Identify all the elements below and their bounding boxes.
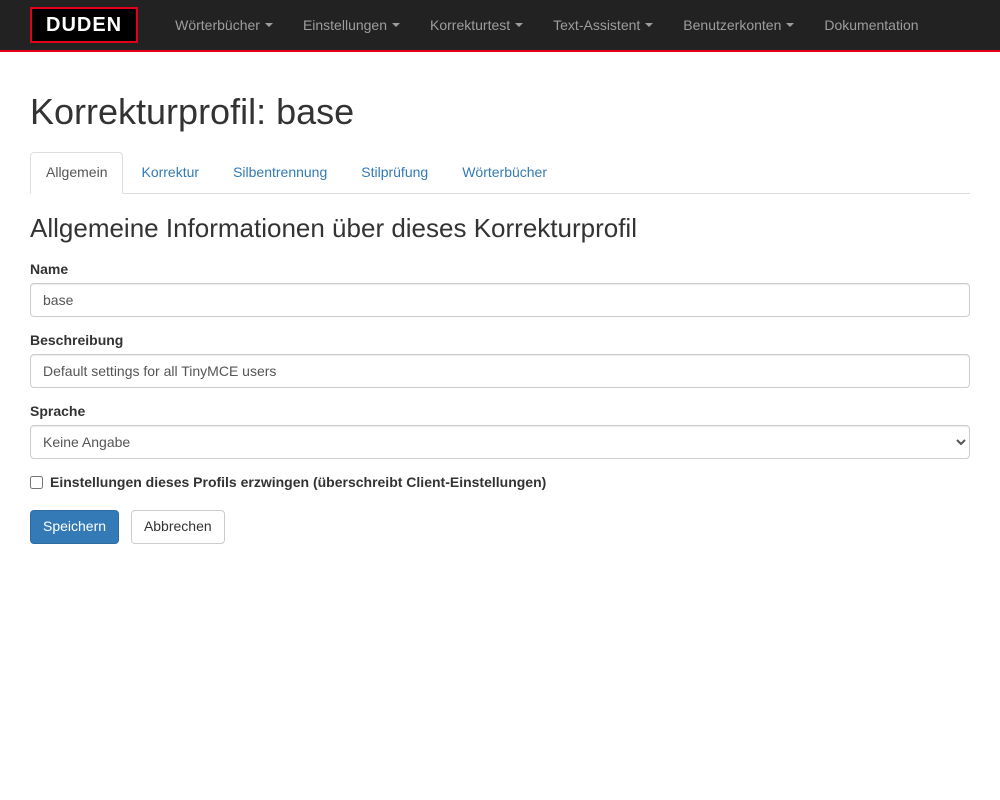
navbar-menu: Wörterbücher Einstellungen Korrekturtest… (160, 0, 933, 50)
section-heading: Allgemeine Informationen über dieses Kor… (30, 214, 970, 244)
description-label: Beschreibung (30, 332, 123, 348)
nav-item-einstellungen[interactable]: Einstellungen (288, 0, 415, 50)
top-navbar: DUDEN Wörterbücher Einstellungen Korrekt… (0, 0, 1000, 52)
profile-tabs: Allgemein Korrektur Silbentrennung Stilp… (30, 152, 970, 194)
tab-silbentrennung[interactable]: Silbentrennung (217, 152, 343, 194)
nav-item-korrekturtest[interactable]: Korrekturtest (415, 0, 538, 50)
caret-down-icon (786, 23, 794, 27)
save-button[interactable]: Speichern (30, 510, 119, 544)
main-content: Korrekturprofil: base Allgemein Korrektu… (15, 92, 985, 544)
language-field-group: Sprache Keine Angabe (30, 403, 970, 459)
tab-korrektur[interactable]: Korrektur (125, 152, 215, 194)
enforce-settings-checkbox[interactable] (30, 476, 43, 489)
name-field-group: Name (30, 261, 970, 317)
nav-item-benutzerkonten[interactable]: Benutzerkonten (668, 0, 809, 50)
caret-down-icon (515, 23, 523, 27)
nav-item-text-assistent[interactable]: Text-Assistent (538, 0, 668, 50)
language-label: Sprache (30, 403, 85, 419)
page-title: Korrekturprofil: base (30, 92, 970, 132)
nav-item-dokumentation[interactable]: Dokumentation (809, 0, 933, 50)
tab-woerterbuecher[interactable]: Wörterbücher (446, 152, 563, 194)
language-select[interactable]: Keine Angabe (30, 425, 970, 459)
enforce-settings-row: Einstellungen dieses Profils erzwingen (… (30, 474, 970, 490)
description-input[interactable] (30, 354, 970, 388)
enforce-settings-label[interactable]: Einstellungen dieses Profils erzwingen (… (50, 474, 546, 490)
cancel-button[interactable]: Abbrechen (131, 510, 225, 544)
caret-down-icon (265, 23, 273, 27)
caret-down-icon (645, 23, 653, 27)
description-field-group: Beschreibung (30, 332, 970, 388)
duden-logo[interactable]: DUDEN (30, 7, 138, 43)
form-actions: Speichern Abbrechen (30, 510, 970, 544)
name-label: Name (30, 261, 68, 277)
profile-form: Name Beschreibung Sprache Keine Angabe E… (30, 261, 970, 544)
nav-item-woerterbuecher[interactable]: Wörterbücher (160, 0, 288, 50)
tab-stilpruefung[interactable]: Stilprüfung (345, 152, 444, 194)
tab-allgemein[interactable]: Allgemein (30, 152, 123, 194)
name-input[interactable] (30, 283, 970, 317)
caret-down-icon (392, 23, 400, 27)
